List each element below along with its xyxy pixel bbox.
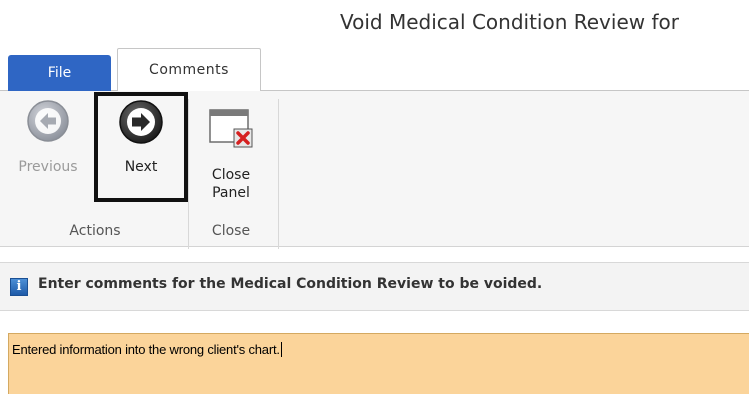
close-panel-icon <box>208 107 254 156</box>
group-separator <box>278 99 279 249</box>
info-message: Enter comments for the Medical Condition… <box>38 276 543 292</box>
close-panel-button[interactable]: Close Panel <box>196 99 266 209</box>
comment-text: Entered information into the wrong clien… <box>12 342 282 357</box>
previous-label: Previous <box>18 159 78 175</box>
tab-comments[interactable]: Comments <box>117 48 261 91</box>
next-label: Next <box>124 159 158 175</box>
ribbon: Previous Next Close Panel Actions Close <box>0 91 749 249</box>
info-icon: i <box>10 278 28 296</box>
next-arrow-icon <box>118 99 164 150</box>
comment-textarea[interactable]: Entered information into the wrong clien… <box>8 333 749 394</box>
group-label-actions: Actions <box>69 223 121 239</box>
next-button[interactable]: Next <box>102 99 180 194</box>
window-title: Void Medical Condition Review for <box>340 10 679 34</box>
group-label-close: Close <box>211 223 251 239</box>
info-bar: i Enter comments for the Medical Conditi… <box>0 262 749 311</box>
group-separator <box>188 99 189 249</box>
previous-button[interactable]: Previous <box>14 99 82 194</box>
close-panel-label-line2: Panel <box>212 185 250 201</box>
close-panel-label-line1: Close <box>211 167 251 183</box>
tab-file[interactable]: File <box>8 55 111 91</box>
previous-arrow-icon <box>26 99 70 148</box>
text-caret <box>280 342 282 357</box>
